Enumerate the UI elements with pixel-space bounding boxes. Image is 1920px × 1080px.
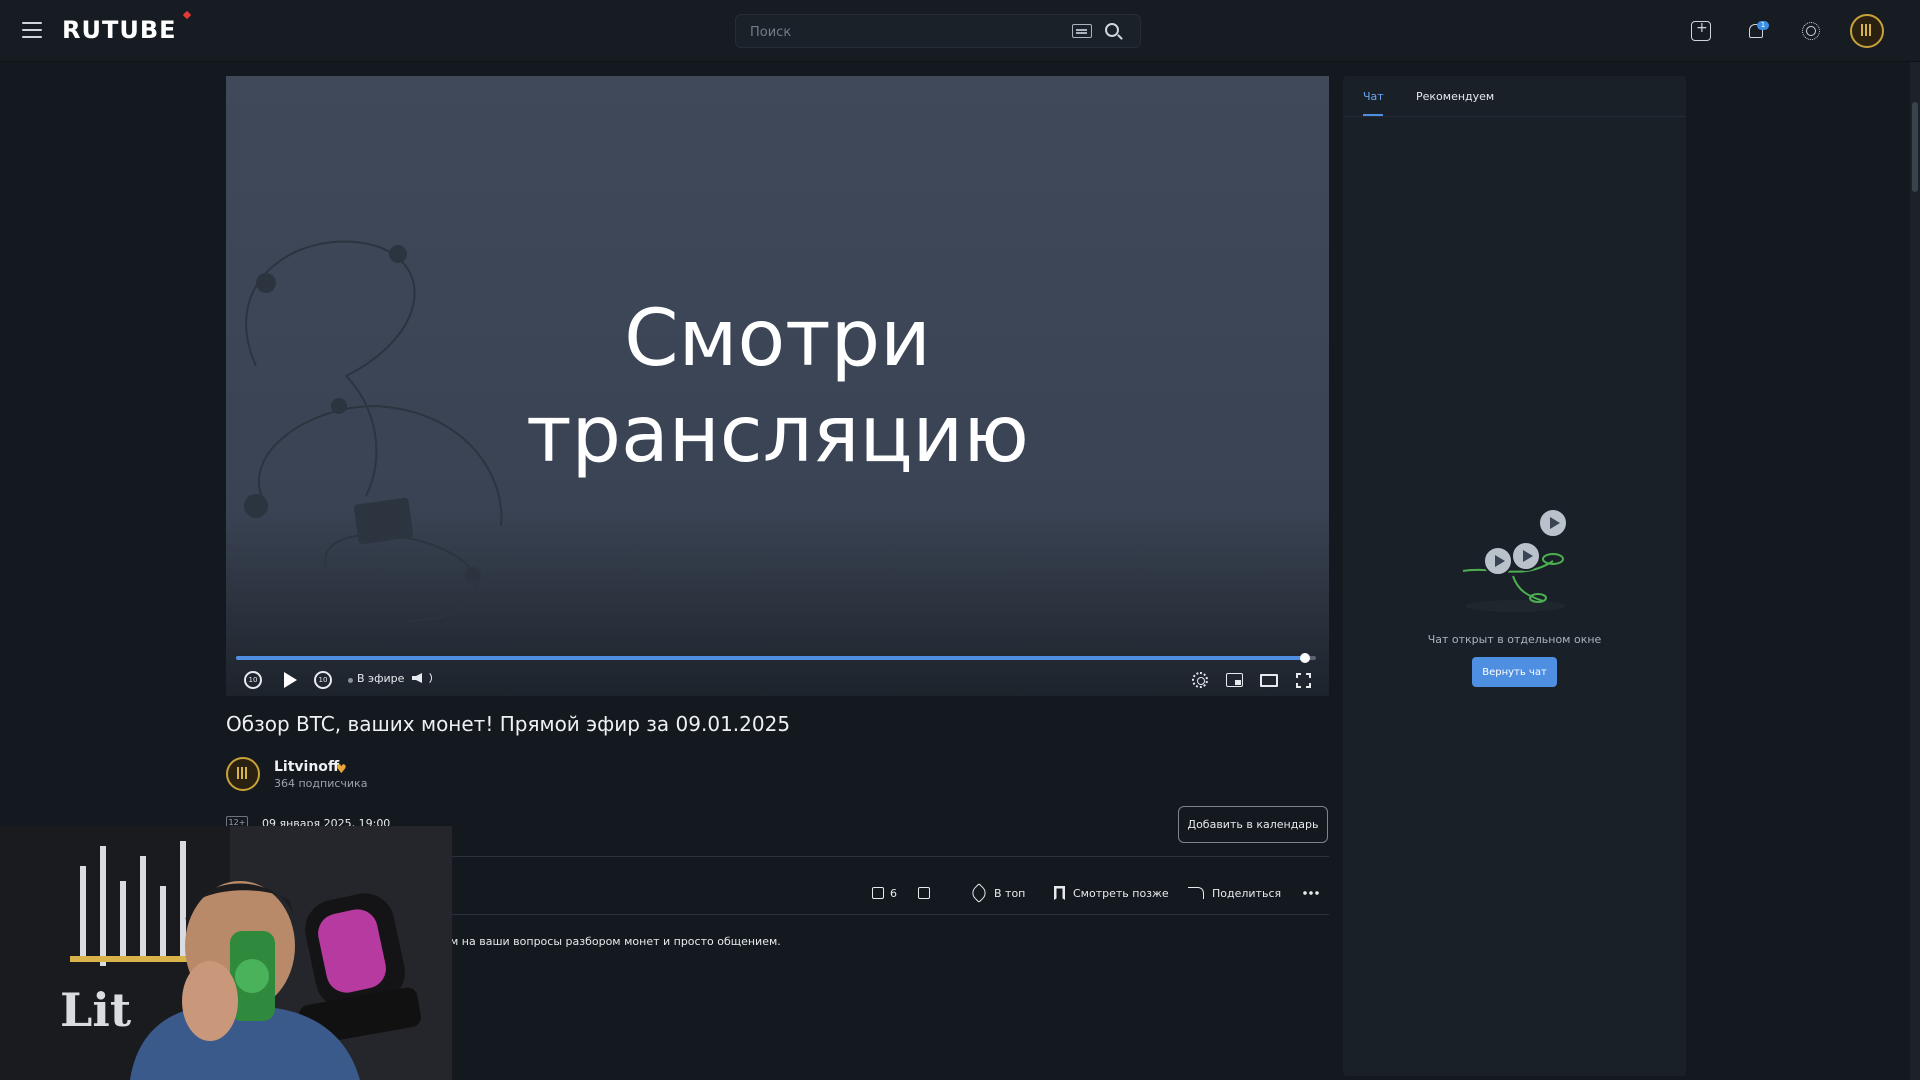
verified-heart-icon: ♥	[336, 762, 347, 776]
channel-avatar[interactable]	[226, 757, 260, 791]
channel-name[interactable]: Litvinoff	[274, 759, 339, 775]
tab-chat[interactable]: Чат	[1363, 90, 1384, 103]
picture-in-picture-icon[interactable]	[1226, 673, 1243, 687]
notification-badge: 1	[1757, 21, 1769, 30]
like-button[interactable]: 6	[872, 882, 897, 904]
overlay-title-line1: Смотри	[624, 294, 931, 384]
logo-mark-icon	[182, 10, 192, 20]
add-to-calendar-button[interactable]: Добавить в календарь	[1178, 806, 1328, 843]
rocket-icon	[969, 883, 989, 903]
like-count: 6	[890, 886, 897, 900]
scrollbar-thumb[interactable]	[1912, 102, 1918, 192]
subscriber-count: 364 подписчика	[274, 777, 368, 790]
video-title: Обзор BTC, ваших монет! Прямой эфир за 0…	[226, 712, 791, 736]
theater-mode-icon[interactable]	[1260, 674, 1278, 687]
video-player[interactable]: Смотри трансляцию 10 10 В эфире	[226, 76, 1329, 696]
top-header: RUTUBE 1	[0, 0, 1920, 62]
theme-toggle-icon[interactable]	[1801, 21, 1821, 41]
seek-back-icon[interactable]: 10	[244, 671, 262, 689]
keyboard-icon[interactable]	[1072, 24, 1092, 38]
chat-sidebar: Чат Рекомендуем Чат открыт в отдельном о…	[1343, 76, 1686, 1076]
video-description: м на ваши вопросы разбором монет и прост…	[450, 935, 781, 948]
to-top-button[interactable]: В топ	[969, 882, 1026, 904]
tab-divider	[1343, 116, 1686, 117]
webcam-feed-image: Lit	[0, 826, 452, 1080]
more-options-icon[interactable]	[1302, 891, 1320, 895]
progress-knob[interactable]	[1300, 653, 1311, 663]
search-bar	[735, 14, 1141, 48]
webcam-overlay: Lit	[0, 826, 452, 1080]
play-icon[interactable]	[284, 672, 297, 688]
search-input[interactable]	[750, 21, 1050, 43]
menu-icon[interactable]	[22, 22, 42, 38]
chat-moved-illustration	[1462, 508, 1568, 612]
watch-later-button[interactable]: Смотреть позже	[1054, 882, 1169, 904]
dislike-button[interactable]	[918, 882, 936, 904]
stream-overlay-title: Смотри трансляцию	[226, 291, 1329, 483]
user-avatar[interactable]	[1850, 14, 1884, 48]
chat-status-text: Чат открыт в отдельном окне	[1427, 633, 1602, 646]
thumbs-down-icon	[918, 887, 930, 899]
seek-forward-icon[interactable]: 10	[314, 671, 332, 689]
progress-fill	[236, 653, 1311, 663]
upload-icon[interactable]	[1691, 20, 1711, 41]
share-button[interactable]: Поделиться	[1188, 882, 1281, 904]
page-scrollbar[interactable]	[1910, 62, 1920, 1080]
tab-recommended[interactable]: Рекомендуем	[1416, 90, 1494, 103]
fullscreen-icon[interactable]	[1296, 673, 1311, 688]
progress-bar[interactable]	[236, 653, 1316, 663]
rutube-logo[interactable]: RUTUBE	[62, 16, 177, 44]
volume-icon[interactable]	[412, 673, 422, 683]
return-chat-button[interactable]: Вернуть чат	[1472, 657, 1557, 687]
overlay-title-line2: трансляцию	[526, 390, 1029, 480]
share-label: Поделиться	[1212, 886, 1282, 900]
to-top-label: В топ	[994, 886, 1026, 900]
live-label[interactable]: В эфире	[357, 672, 404, 685]
volume-wave-icon	[424, 671, 432, 685]
share-icon	[1188, 887, 1204, 899]
settings-icon[interactable]	[1192, 672, 1208, 688]
bookmark-icon	[1054, 886, 1065, 900]
svg-text:Lit: Lit	[60, 983, 132, 1037]
live-dot-icon	[348, 678, 353, 683]
watch-later-label: Смотреть позже	[1073, 886, 1169, 900]
search-icon[interactable]	[1105, 23, 1119, 37]
thumbs-up-icon	[872, 887, 884, 899]
